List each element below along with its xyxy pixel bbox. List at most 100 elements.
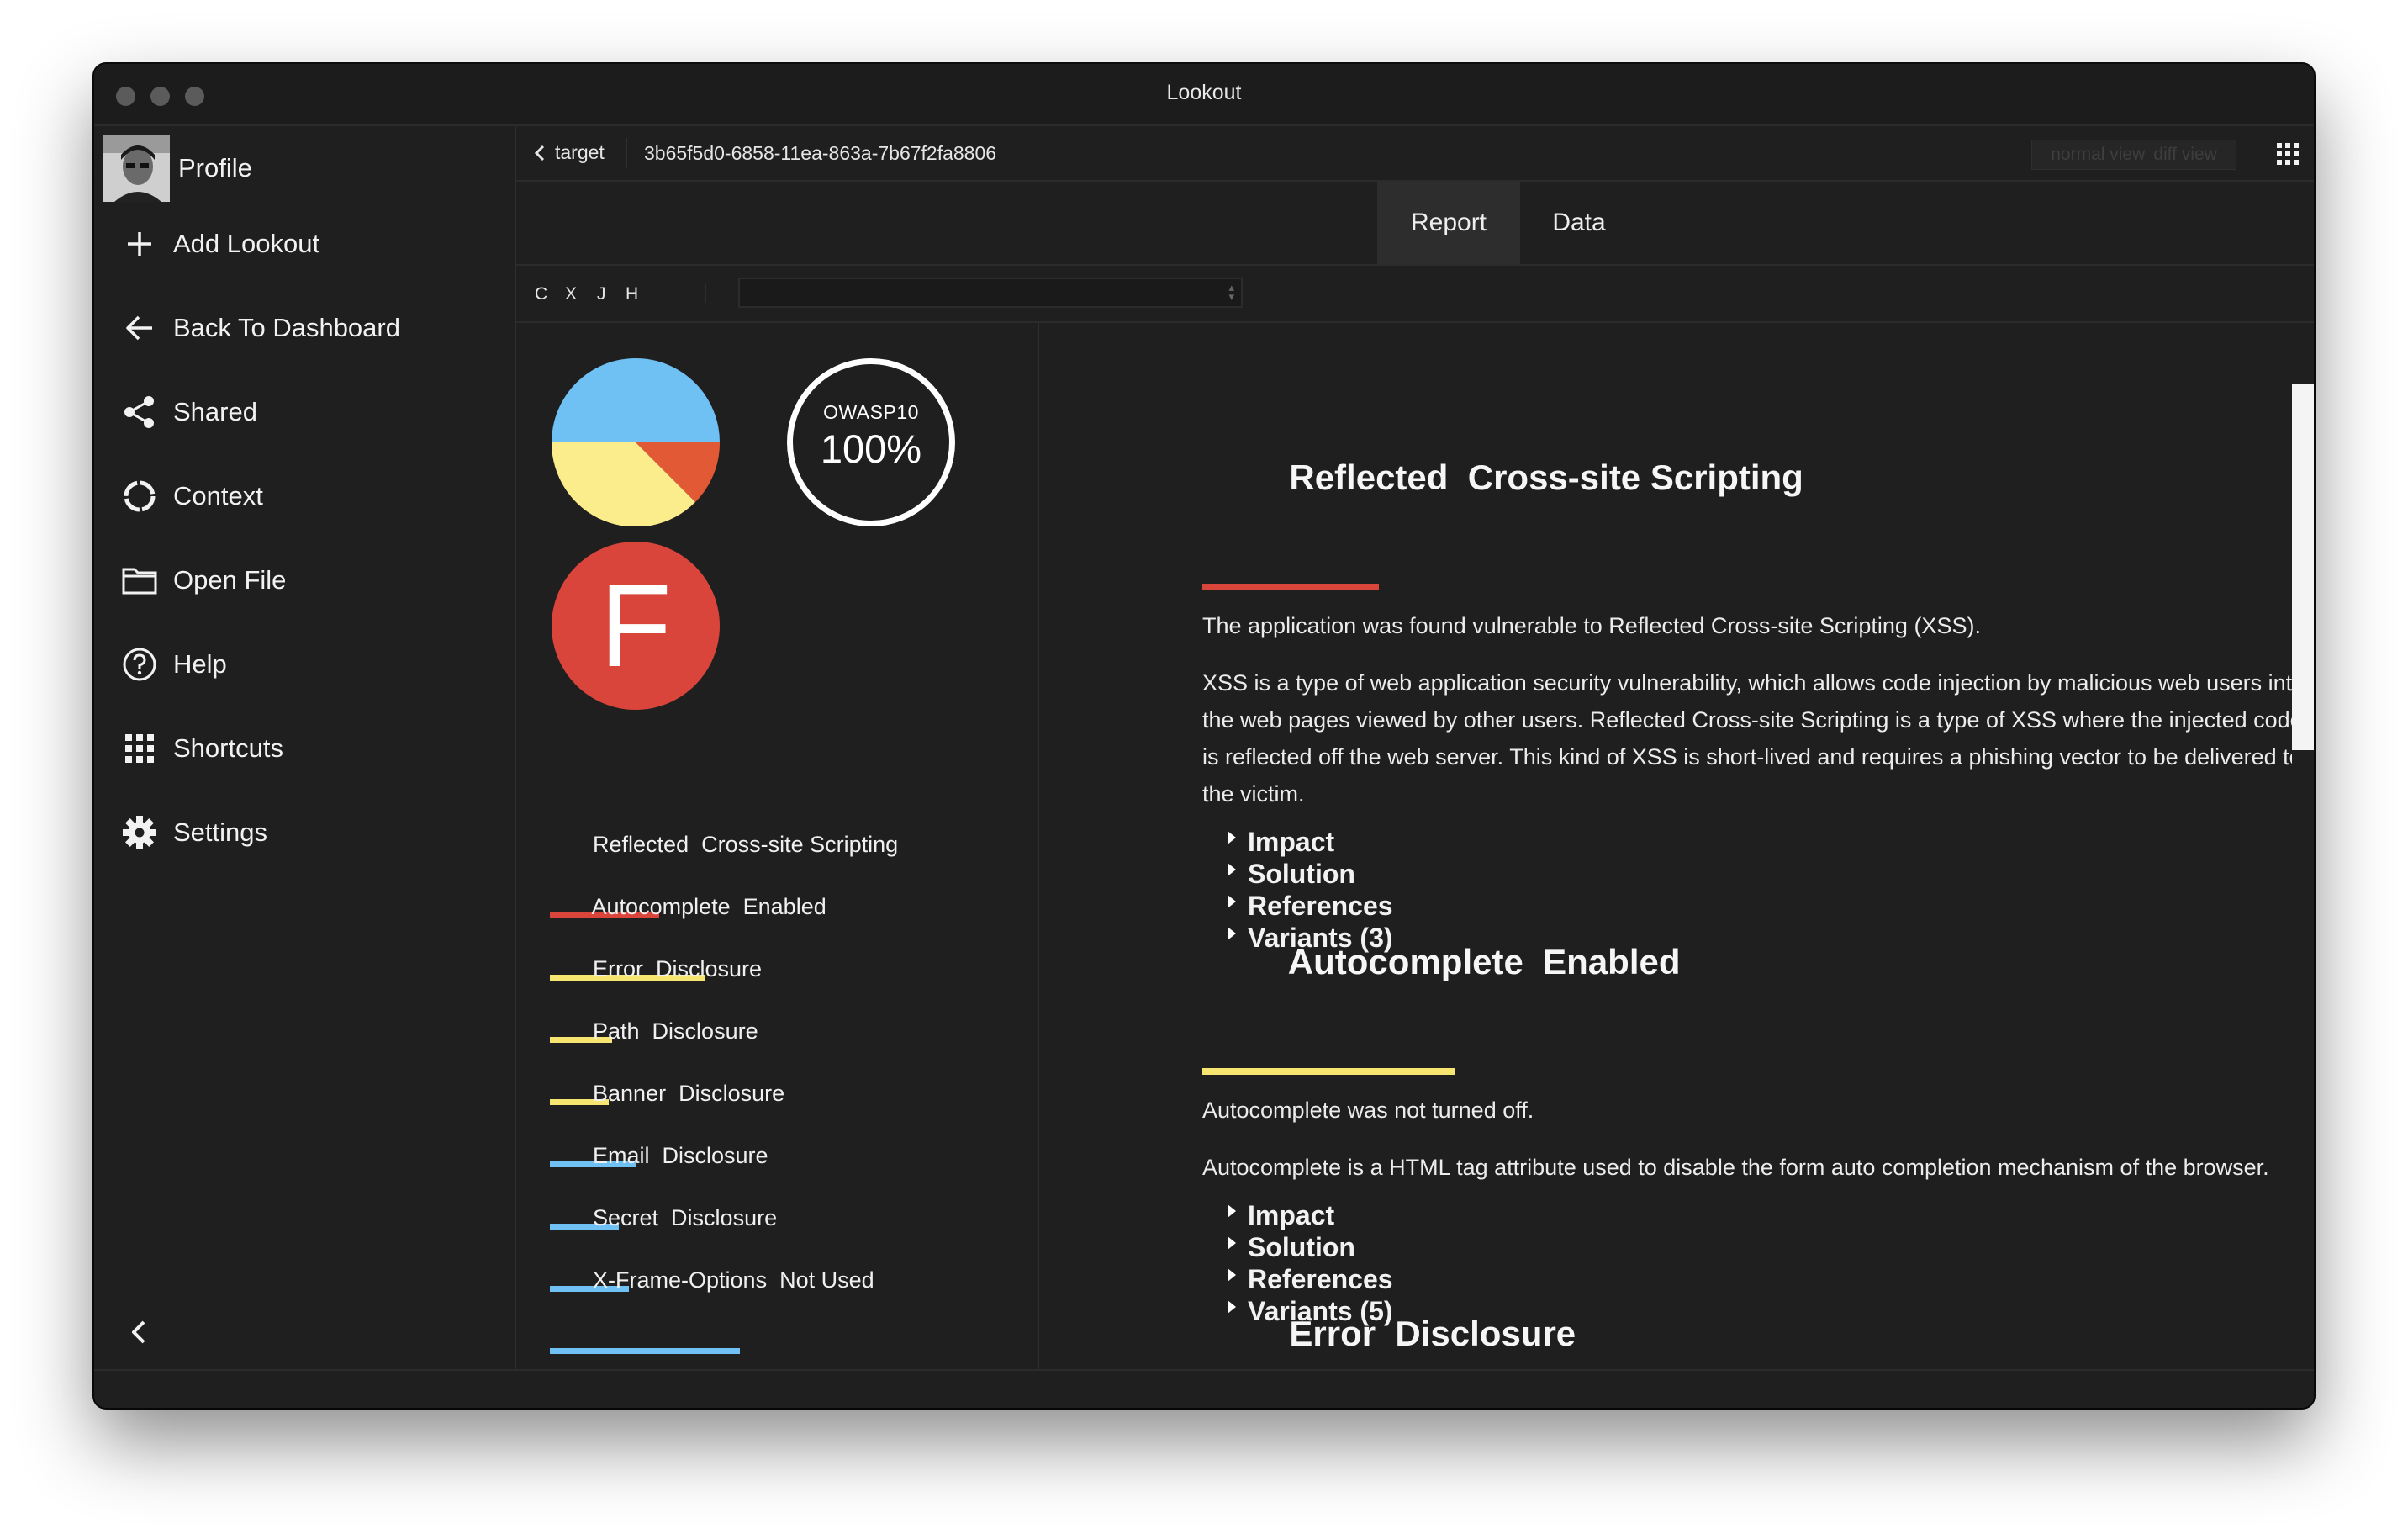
sidebar-item-help[interactable]: Help — [94, 631, 515, 698]
owasp-value: 100% — [820, 426, 922, 471]
detail-label: Impact — [1248, 1200, 1335, 1230]
section-title-text: Error Disclosure — [1289, 1314, 1576, 1353]
detail-toggle-solution[interactable]: Solution — [1228, 858, 2292, 890]
owasp-label: OWASP10 — [823, 401, 919, 423]
detail-toggle-impact[interactable]: Impact — [1228, 826, 2292, 858]
sidebar-item-shared[interactable]: Shared — [94, 378, 515, 446]
sidebar-item-label: Profile — [178, 153, 252, 182]
share-icon — [114, 395, 165, 429]
section-description: Autocomplete is a HTML tag attribute use… — [1202, 1155, 2269, 1180]
sidebar-item-shortcuts[interactable]: Shortcuts — [94, 715, 515, 782]
caret-right-icon — [1228, 1204, 1236, 1218]
sidebar-item-label: Shared — [173, 397, 257, 426]
grid-icon — [2277, 143, 2299, 165]
plus-icon — [114, 230, 165, 258]
severity-underline — [550, 1348, 740, 1354]
tab-report[interactable]: Report — [1377, 182, 1520, 264]
report-content: Reflected Cross-site Scripting The appli… — [1039, 323, 2292, 1371]
collapse-sidebar-button[interactable] — [123, 1315, 156, 1349]
section-title-text: Reflected Cross-site Scripting — [1289, 458, 1803, 497]
section-title: Autocomplete Enabled — [1202, 902, 1689, 1075]
severity-underline — [1202, 1068, 1455, 1075]
normal-view-option[interactable]: normal view — [2051, 145, 2145, 165]
context-ring-icon — [114, 479, 165, 514]
gear-icon — [114, 815, 165, 850]
sidebar-item-label: Open File — [173, 565, 287, 595]
grid-icon — [114, 733, 165, 764]
folder-icon — [114, 566, 165, 595]
report-section: Reflected Cross-site Scripting The appli… — [1202, 417, 2292, 954]
sidebar-item-open-file[interactable]: Open File — [94, 547, 515, 614]
sidebar-item-profile[interactable]: Profile — [103, 135, 506, 202]
caret-right-icon — [1228, 863, 1236, 876]
report-section: Autocomplete Enabled Autocomplete was no… — [1202, 902, 2292, 1327]
caret-right-icon — [1228, 831, 1236, 844]
search-select[interactable]: ▴ ▾ — [738, 278, 1243, 308]
sidebar-item-label: Settings — [173, 817, 268, 847]
avatar — [103, 135, 170, 202]
report-section: Error Disclosure — [1202, 1273, 2292, 1371]
detail-label: Impact — [1248, 827, 1335, 857]
filter-h[interactable]: H — [626, 284, 638, 304]
search-input[interactable] — [740, 279, 1214, 304]
sidebar-item-label: Context — [173, 481, 263, 510]
grade-badge: F — [552, 542, 720, 710]
section-title: Reflected Cross-site Scripting — [1202, 417, 1812, 590]
sidebar: Profile Add Lookout Back To Dashboard Sh… — [94, 126, 516, 1371]
sidebar-item-label: Help — [173, 649, 227, 679]
stepper-arrows-icon: ▴ ▾ — [1228, 281, 1234, 303]
issue-link-label: Reflected Cross-site Scripting — [593, 832, 899, 857]
sidebar-item-label: Back To Dashboard — [173, 313, 400, 342]
severity-pie-chart — [552, 358, 720, 526]
divider — [705, 284, 706, 303]
issue-link-label: X-Frame-Options Not Used — [593, 1267, 874, 1293]
divider — [626, 138, 627, 168]
help-icon — [114, 647, 165, 682]
title-bar: Lookout — [94, 64, 2314, 126]
view-mode-toggle: normal view diff view — [2031, 140, 2236, 170]
issue-link-label: Secret Disclosure — [593, 1205, 778, 1230]
section-description: XSS is a type of web application securit… — [1202, 670, 2292, 807]
sidebar-item-label: Shortcuts — [173, 733, 283, 763]
detail-label: Solution — [1248, 859, 1355, 889]
chevron-left-icon — [132, 1320, 145, 1344]
diff-view-option[interactable]: diff view — [2153, 145, 2216, 165]
tab-data[interactable]: Data — [1520, 182, 1638, 264]
section-summary: Autocomplete was not turned off. — [1202, 1098, 1534, 1123]
filter-x[interactable]: X — [565, 284, 577, 304]
section-summary: The application was found vulnerable to … — [1202, 613, 1981, 638]
issue-link-label: Email Disclosure — [593, 1143, 768, 1168]
window-title: Lookout — [1166, 81, 1242, 104]
back-to-target-button[interactable]: target — [533, 141, 605, 164]
detail-label: Solution — [1248, 1232, 1355, 1262]
pie-slice-blue — [552, 358, 720, 442]
filter-c[interactable]: C — [535, 284, 547, 304]
back-target-label: target — [555, 141, 605, 163]
target-id: 3b65f5d0-6858-11ea-863a-7b67f2fa8806 — [644, 142, 997, 164]
arrow-left-icon — [114, 314, 165, 342]
severity-underline — [1202, 584, 1379, 590]
summary-panel: OWASP10 100% F Reflected Cross-site Scri… — [516, 323, 1039, 1371]
detail-toggle-solution[interactable]: Solution — [1228, 1231, 2292, 1263]
apps-grid-button[interactable] — [2277, 143, 2299, 170]
status-strip — [94, 1369, 2314, 1408]
filter-j[interactable]: J — [597, 284, 606, 304]
section-title: Error Disclosure — [1202, 1273, 1584, 1371]
sidebar-item-back-to-dashboard[interactable]: Back To Dashboard — [94, 294, 515, 362]
detail-toggle-impact[interactable]: Impact — [1228, 1199, 2292, 1231]
report-scrollbar[interactable] — [2292, 384, 2314, 750]
sidebar-item-add-lookout[interactable]: Add Lookout — [94, 210, 515, 278]
issue-link-label: Autocomplete Enabled — [591, 894, 826, 919]
caret-right-icon — [1228, 1236, 1236, 1250]
app-window: Lookout Profile Add Lookout Back To Dash… — [94, 64, 2314, 1408]
issue-link-label: Banner Disclosure — [593, 1081, 785, 1106]
issue-link[interactable]: X-Frame-Options Not Used — [550, 1241, 879, 1354]
chevron-left-icon — [534, 145, 545, 161]
issue-link-label: Path Disclosure — [593, 1018, 758, 1044]
sidebar-item-settings[interactable]: Settings — [94, 799, 515, 866]
owasp-score-ring: OWASP10 100% — [787, 358, 955, 526]
view-tabs: Report Data — [516, 182, 2314, 266]
sidebar-item-label: Add Lookout — [173, 229, 320, 258]
target-bar: target 3b65f5d0-6858-11ea-863a-7b67f2fa8… — [516, 126, 2314, 182]
sidebar-item-context[interactable]: Context — [94, 463, 515, 530]
